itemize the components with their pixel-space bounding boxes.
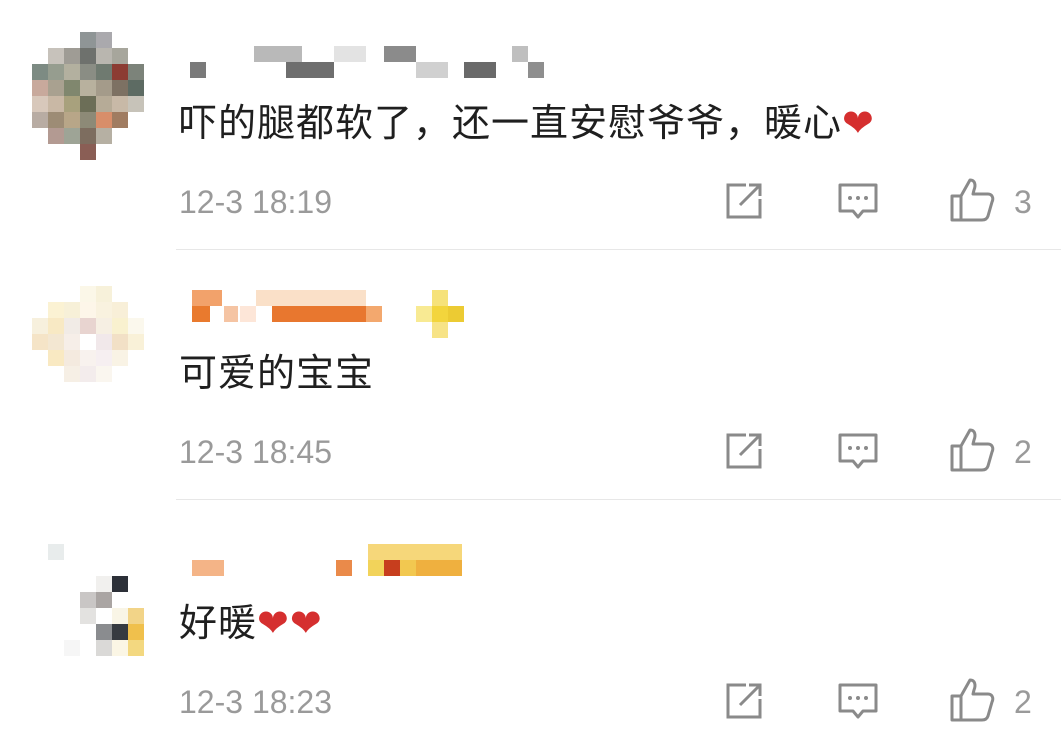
- share-icon[interactable]: [722, 429, 766, 473]
- heart-emoji: ❤❤: [257, 601, 323, 645]
- comment-item: 吓的腿都软了，还一直安慰爷爷，暖心❤ 12-3 18:19 3: [0, 0, 1061, 250]
- comment-timestamp: 12-3 18:19: [179, 184, 333, 220]
- reply-icon[interactable]: [836, 429, 880, 473]
- username[interactable]: [190, 290, 550, 338]
- username[interactable]: [190, 46, 550, 78]
- heart-emoji: ❤: [842, 101, 875, 145]
- like-icon[interactable]: [948, 426, 996, 474]
- reply-icon[interactable]: [836, 679, 880, 723]
- comment-body: 可爱的宝宝: [179, 351, 375, 395]
- username[interactable]: [190, 544, 550, 576]
- avatar[interactable]: [32, 544, 144, 656]
- comment-item: 好暖❤❤ 12-3 18:23 2: [0, 500, 1061, 750]
- comment-text: 好暖❤❤: [179, 600, 323, 646]
- comment-timestamp: 12-3 18:45: [179, 434, 333, 470]
- comment-timestamp: 12-3 18:23: [179, 684, 333, 720]
- like-count: 3: [1014, 184, 1032, 220]
- avatar[interactable]: [32, 32, 144, 160]
- avatar[interactable]: [32, 286, 144, 398]
- like-count: 2: [1014, 434, 1032, 470]
- comment-text: 吓的腿都软了，还一直安慰爷爷，暖心❤: [179, 100, 875, 146]
- comment-body: 吓的腿都软了，还一直安慰爷爷，暖心: [179, 101, 843, 145]
- like-icon[interactable]: [948, 676, 996, 724]
- comment-text: 可爱的宝宝: [179, 350, 374, 396]
- share-icon[interactable]: [722, 679, 766, 723]
- comment-item: 可爱的宝宝 12-3 18:45 2: [0, 250, 1061, 500]
- like-count: 2: [1014, 684, 1032, 720]
- share-icon[interactable]: [722, 179, 766, 223]
- reply-icon[interactable]: [836, 179, 880, 223]
- comment-body: 好暖: [179, 601, 258, 645]
- like-icon[interactable]: [948, 176, 996, 224]
